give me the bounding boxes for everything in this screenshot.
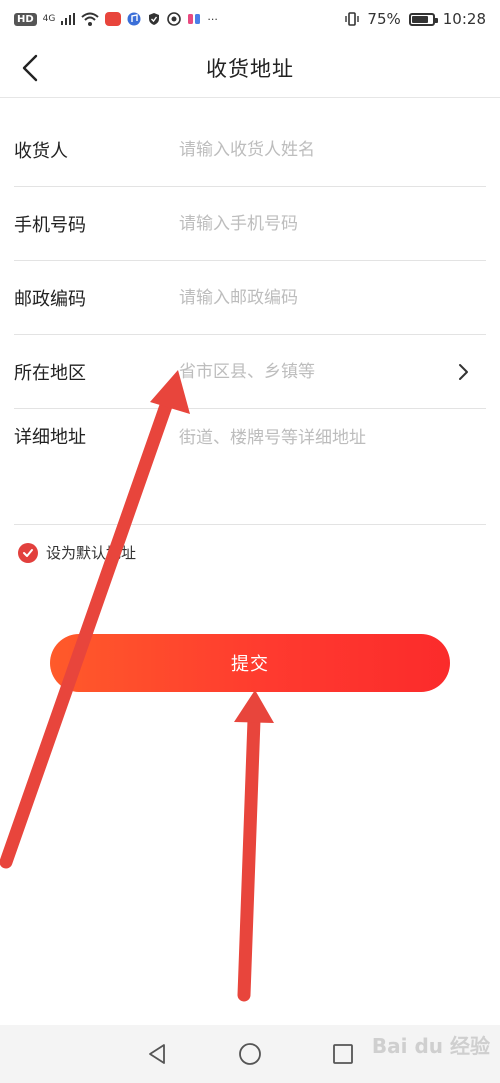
recipient-row: 收货人 bbox=[14, 113, 486, 187]
region-label: 所在地区 bbox=[14, 362, 86, 384]
triangle-back-icon bbox=[148, 1044, 165, 1064]
vibrate-icon bbox=[345, 12, 360, 26]
clock: 10:28 bbox=[442, 10, 486, 28]
address-form: 收货人 手机号码 邮政编码 所在地区 详细地址 bbox=[14, 113, 486, 525]
phone-row: 手机号码 bbox=[14, 187, 486, 261]
detail-row: 详细地址 bbox=[14, 409, 486, 525]
signal-icon bbox=[61, 13, 76, 25]
region-row[interactable]: 所在地区 bbox=[14, 335, 486, 409]
status-left: HD 4G ··· bbox=[14, 12, 218, 26]
nav-home-button[interactable] bbox=[230, 1034, 270, 1074]
check-icon bbox=[23, 548, 33, 557]
default-address-checkbox[interactable]: 设为默认地址 bbox=[18, 542, 136, 563]
battery-fill bbox=[411, 15, 429, 23]
top-app-bar: 收货地址 bbox=[0, 38, 500, 98]
watermark: Bai du 经验 bbox=[371, 1034, 490, 1058]
postal-row: 邮政编码 bbox=[14, 261, 486, 335]
square-recents-icon bbox=[333, 1044, 354, 1064]
more-notifications: ··· bbox=[207, 12, 218, 26]
detail-label: 详细地址 bbox=[14, 427, 86, 448]
network-type: 4G bbox=[42, 14, 56, 24]
nav-back-button[interactable] bbox=[137, 1034, 177, 1074]
back-button[interactable] bbox=[10, 46, 50, 90]
circle-home-icon bbox=[239, 1043, 261, 1065]
app-icon bbox=[167, 12, 182, 26]
status-right: 75% 10:28 bbox=[345, 10, 486, 28]
default-address-label: 设为默认地址 bbox=[46, 544, 137, 562]
battery-percent: 75% bbox=[367, 10, 401, 28]
recipient-input[interactable] bbox=[179, 139, 486, 160]
app-notification-icon bbox=[105, 12, 122, 26]
page-title: 收货地址 bbox=[206, 56, 294, 81]
nav-recents-button[interactable] bbox=[323, 1034, 363, 1074]
checkbox-indicator[interactable] bbox=[18, 542, 38, 563]
postal-label: 邮政编码 bbox=[14, 288, 86, 310]
submit-button[interactable]: 提交 bbox=[50, 634, 450, 692]
recipient-label: 收货人 bbox=[14, 140, 68, 162]
region-select[interactable] bbox=[179, 361, 486, 382]
status-bar: HD 4G ··· 75% 10:28 bbox=[0, 0, 500, 38]
battery-icon bbox=[408, 12, 438, 26]
music-icon bbox=[127, 12, 141, 26]
hd-badge: HD bbox=[14, 12, 37, 26]
phone-input[interactable] bbox=[179, 213, 486, 234]
detail-input[interactable] bbox=[179, 424, 486, 484]
shield-icon bbox=[149, 13, 160, 25]
postal-input[interactable] bbox=[179, 287, 486, 308]
phone-label: 手机号码 bbox=[14, 214, 86, 236]
annotation-arrow bbox=[234, 690, 274, 1002]
wifi-icon bbox=[81, 12, 100, 26]
chevron-left-icon bbox=[22, 54, 38, 82]
app-icon bbox=[188, 14, 201, 24]
chevron-right-icon bbox=[459, 364, 468, 380]
